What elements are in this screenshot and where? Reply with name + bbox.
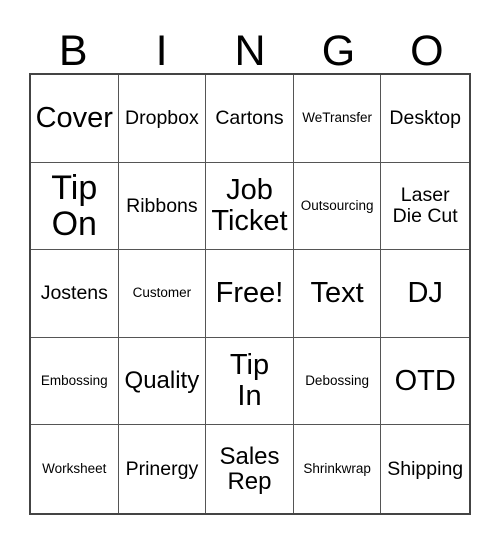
bingo-cell-r3-c5[interactable]: DJ [381,250,469,338]
bingo-cell-label: Free! [215,277,284,310]
bingo-cell-r4-c2[interactable]: Quality [118,337,207,426]
bingo-cell-r5-c2[interactable]: Prinergy [118,425,207,513]
bingo-cell-r4-c4[interactable]: Debossing [293,337,382,426]
bingo-cell-label: Text [310,277,364,310]
bingo-cell-r1-c1[interactable]: Cover [31,75,119,163]
bingo-cell-label: Shrinkwrap [303,461,371,477]
bingo-cell-label: Debossing [305,372,369,388]
bingo-cell-r2-c1[interactable]: Tip On [31,162,119,251]
bingo-cell-label: Laser Die Cut [392,184,458,227]
bingo-cell-r4-c5[interactable]: OTD [381,337,469,426]
bingo-cell-label: Embossing [40,372,108,388]
bingo-cell-r2-c5[interactable]: Laser Die Cut [381,162,469,251]
bingo-cell-label: Cartons [215,106,284,129]
bingo-cell-label: Desktop [389,106,461,129]
bingo-header-letter-g: G [321,27,356,75]
bingo-cell-label: Worksheet [42,461,107,477]
bingo-cell-r2-c2[interactable]: Ribbons [118,162,207,251]
bingo-cell-r5-c3[interactable]: Sales Rep [206,425,294,513]
bingo-cell-label: Outsourcing [300,197,374,213]
bingo-header-letter-n: N [234,27,266,75]
bingo-cell-r1-c5[interactable]: Desktop [381,75,469,163]
bingo-cell-r3-c1[interactable]: Jostens [31,250,119,338]
bingo-cell-label: OTD [394,364,456,397]
bingo-grid: Cover Dropbox Cartons WeTransfer Desktop Tip … [29,73,471,515]
bingo-cell-r1-c2[interactable]: Dropbox [118,75,207,163]
bingo-cell-label: Sales Rep [219,442,280,496]
bingo-cell-r2-c3[interactable]: Job Ticket [206,162,294,251]
bingo-cell-label: WeTransfer [302,110,372,126]
bingo-cell-label: Dropbox [125,106,199,129]
bingo-cell-label: Prinergy [125,457,199,480]
bingo-cell-r3-c2[interactable]: Customer [118,250,207,338]
bingo-cell-label: Tip On [51,168,98,243]
bingo-cell-label: DJ [407,277,443,310]
bingo-cell-r1-c3[interactable]: Cartons [206,75,294,163]
bingo-header-letter-o: O [410,27,444,75]
bingo-header-letter-b: B [58,27,88,75]
bingo-cell-r5-c4[interactable]: Shrinkwrap [293,425,382,513]
bingo-cell-label: Quality [124,367,200,395]
bingo-cell-r2-c4[interactable]: Outsourcing [293,162,382,251]
bingo-cell-r3-c4[interactable]: Text [293,250,382,338]
bingo-cell-label: Jostens [40,282,108,305]
bingo-cell-label: Shipping [387,457,464,480]
bingo-cell-r5-c1[interactable]: Worksheet [31,425,119,513]
bingo-header: BINGO [29,18,471,73]
bingo-card: B I N G O Cover Dropbox Cartons WeTransfer Deskt… [0,0,500,544]
bingo-cell-label: Customer [132,285,192,301]
bingo-header-letter-i: I [155,27,168,75]
bingo-cell-r1-c4[interactable]: WeTransfer [293,75,382,163]
bingo-cell-label: Job Ticket [211,174,288,237]
bingo-cell-r4-c1[interactable]: Embossing [31,337,119,426]
bingo-cell-label: Tip In [229,349,270,413]
bingo-cell-r4-c3[interactable]: Tip In [206,337,294,426]
bingo-cell-r3-c3[interactable]: Free! [206,250,294,338]
bingo-cell-label: Ribbons [126,194,198,217]
bingo-cell-r5-c5[interactable]: Shipping [381,425,469,513]
bingo-cell-label: Cover [35,101,113,134]
